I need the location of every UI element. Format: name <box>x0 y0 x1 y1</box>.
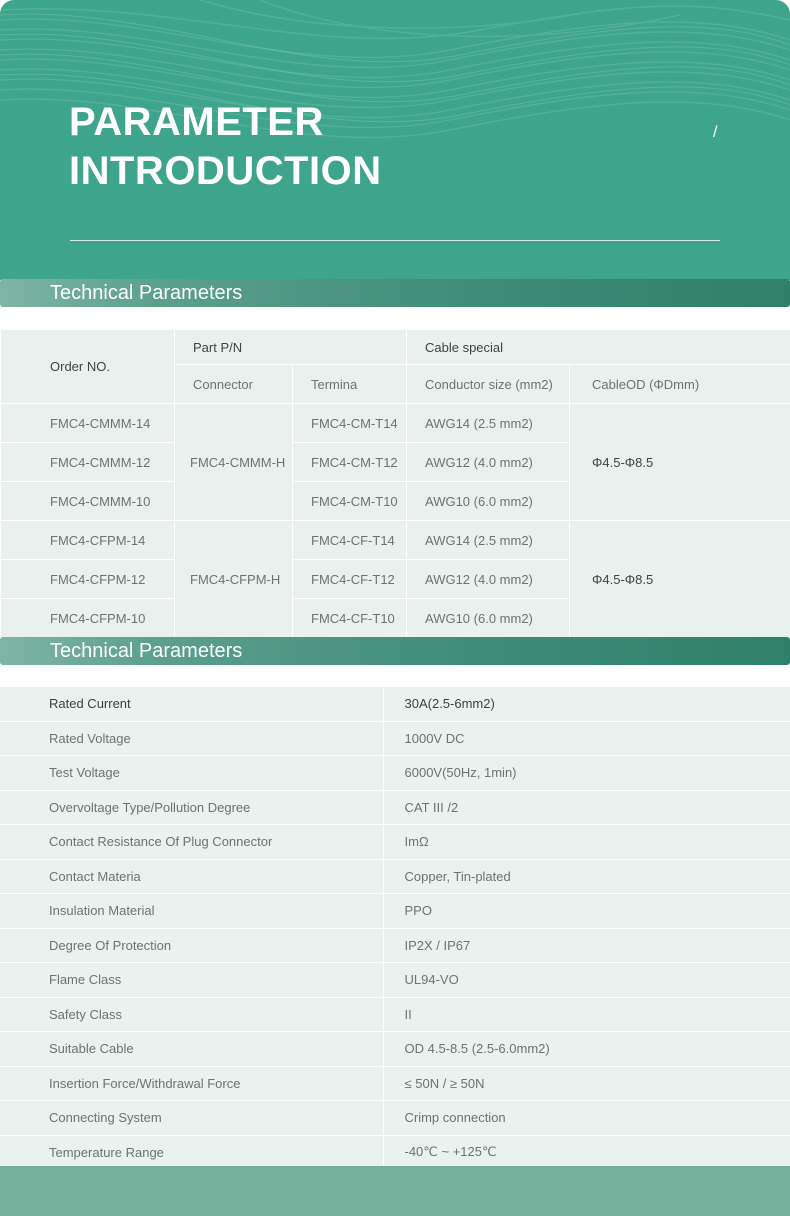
spec-key: Temperature Range <box>0 1135 384 1170</box>
table-cell: FMC4-CMMM-10 <box>0 481 175 521</box>
table-row: Rated Current 30A(2.5-6mm2) <box>0 687 790 722</box>
table-row: Safety Class II <box>0 997 790 1032</box>
spec-value: 1000V DC <box>383 721 790 756</box>
section-title-2: Technical Parameters <box>50 640 243 662</box>
part-pn-header: Part P/N <box>174 329 407 365</box>
table-cell: FMC4-CMMM-12 <box>0 442 175 482</box>
table-cell: AWG10 (6.0 mm2) <box>406 481 570 521</box>
order-header: Order NO. <box>0 329 175 404</box>
spec-key: Safety Class <box>0 997 384 1032</box>
spec-value: II <box>383 997 790 1032</box>
connector-cell: FMC4-CMMM-H <box>174 403 293 521</box>
connector-cell: FMC4-CFPM-H <box>174 520 293 638</box>
table-cell: FMC4-CF-T12 <box>292 559 407 599</box>
table-cell: FMC4-CM-T12 <box>292 442 407 482</box>
table-row: Connecting System Crimp connection <box>0 1100 790 1136</box>
cable-od-cell: Φ4.5-Φ8.5 <box>568 403 790 521</box>
table-row: Rated Voltage 1000V DC <box>0 721 790 756</box>
spec-key: Insulation Material <box>0 893 384 929</box>
table-cell: FMC4-CFPM-10 <box>0 598 175 638</box>
table-row: Degree Of Protection IP2X / IP67 <box>0 928 790 963</box>
spec-value: ≤ 50N / ≥ 50N <box>383 1066 790 1101</box>
table-cell: FMC4-CF-T14 <box>292 520 407 560</box>
table-row: Contact Resistance Of Plug Connector ImΩ <box>0 824 790 860</box>
table-row: Overvoltage Type/Pollution Degree CAT III… <box>0 790 790 825</box>
spec-key: Rated Current <box>0 687 384 722</box>
spec-key: Contact Resistance Of Plug Connector <box>0 824 384 860</box>
spec-value: UL94-VO <box>383 962 790 998</box>
table-cell: FMC4-CF-T10 <box>292 598 407 638</box>
spec-value: OD 4.5-8.5 (2.5-6.0mm2) <box>383 1031 790 1067</box>
spec-value: Copper, Tin-plated <box>383 859 790 894</box>
spec-value: CAT III /2 <box>383 790 790 825</box>
spec-key: Suitable Cable <box>0 1031 384 1067</box>
table-row: Insulation Material PPO <box>0 893 790 929</box>
spec-value: -40℃ ~ +125℃ <box>383 1135 790 1170</box>
section-title-1: Technical Parameters <box>50 282 243 304</box>
terminal-header: Termina <box>292 364 407 404</box>
table-cell: AWG14 (2.5 mm2) <box>406 403 570 443</box>
spec-key: Rated Voltage <box>0 721 384 756</box>
spec-value: 30A(2.5-6mm2) <box>383 687 790 722</box>
section-header-1: Technical Parameters <box>0 279 790 307</box>
conductor-size-header: Conductor size (mm2) <box>406 364 570 404</box>
section-header-2: Technical Parameters <box>0 637 790 665</box>
spec-key: Connecting System <box>0 1100 384 1136</box>
table-cell: FMC4-CM-T14 <box>292 403 407 443</box>
table-row: Temperature Range -40℃ ~ +125℃ <box>0 1135 790 1170</box>
title-line-2: INTRODUCTION <box>69 149 382 193</box>
table-cell: FMC4-CFPM-14 <box>0 520 175 560</box>
spec-value: ImΩ <box>383 824 790 860</box>
connector-header: Connector <box>174 364 293 404</box>
spec-key: Flame Class <box>0 962 384 998</box>
spec-value: PPO <box>383 893 790 929</box>
table-row: Test Voltage 6000V(50Hz, 1min) <box>0 755 790 791</box>
footer-band <box>0 1166 790 1216</box>
cable-od-header: CableOD (ΦDmm) <box>568 364 790 404</box>
table-cell: AWG12 (4.0 mm2) <box>406 442 570 482</box>
table-row: Flame Class UL94-VO <box>0 962 790 998</box>
spec-key: Degree Of Protection <box>0 928 384 963</box>
spec-value: 6000V(50Hz, 1min) <box>383 755 790 791</box>
table-cell: AWG12 (4.0 mm2) <box>406 559 570 599</box>
table-cell: FMC4-CMMM-14 <box>0 403 175 443</box>
decorative-slash: / <box>713 124 718 141</box>
spec-key: Contact Materia <box>0 859 384 894</box>
cable-od-cell: Φ4.5-Φ8.5 <box>568 520 790 638</box>
title-line-1: PARAMETER <box>69 100 324 144</box>
spec-key: Test Voltage <box>0 755 384 791</box>
spec-key: Overvoltage Type/Pollution Degree <box>0 790 384 825</box>
spec-key: Insertion Force/Withdrawal Force <box>0 1066 384 1101</box>
table-cell: AWG14 (2.5 mm2) <box>406 520 570 560</box>
spec-table: Rated Current 30A(2.5-6mm2) Rated Voltage 1… <box>0 687 790 1170</box>
table-cell: AWG10 (6.0 mm2) <box>406 598 570 638</box>
cable-special-header: Cable special <box>405 329 790 365</box>
table-cell: FMC4-CFPM-12 <box>0 559 175 599</box>
table-row: Contact Materia Copper, Tin-plated <box>0 859 790 894</box>
order-table: Order NO. Part P/N Cable special Connect… <box>0 329 790 638</box>
spec-value: Crimp connection <box>383 1100 790 1136</box>
table-row: Suitable Cable OD 4.5-8.5 (2.5-6.0mm2) <box>0 1031 790 1067</box>
title-divider <box>70 240 720 241</box>
hero-banner: PARAMETER INTRODUCTION / <box>0 0 790 280</box>
spec-value: IP2X / IP67 <box>383 928 790 963</box>
table-row: Insertion Force/Withdrawal Force ≤ 50N / … <box>0 1066 790 1101</box>
table-cell: FMC4-CM-T10 <box>292 481 407 521</box>
page-title: PARAMETER INTRODUCTION <box>69 98 382 196</box>
